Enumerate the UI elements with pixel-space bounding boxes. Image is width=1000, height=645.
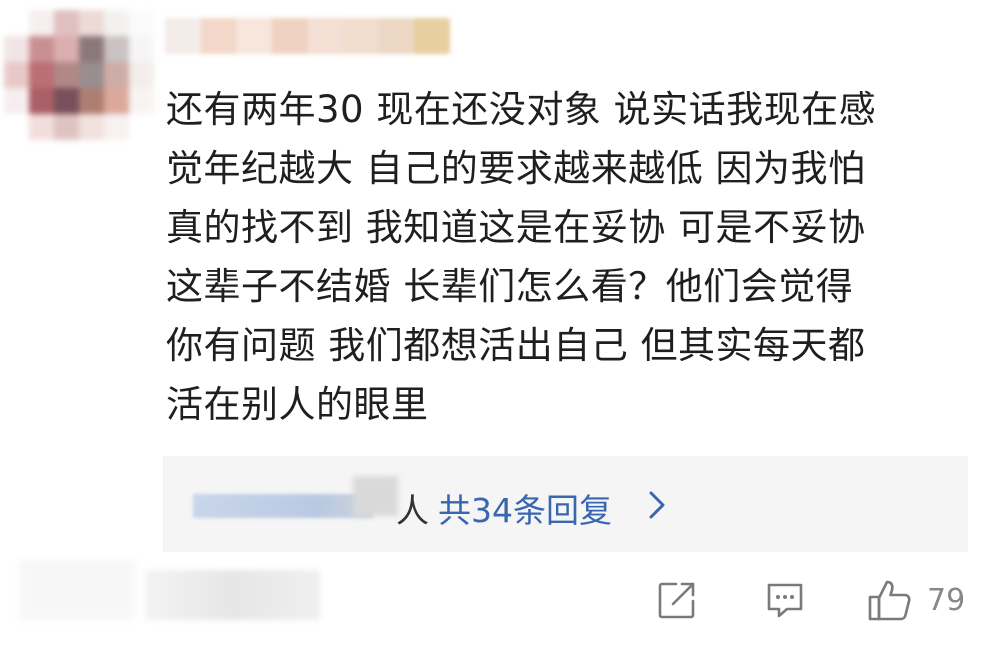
avatar-mosaic-cell — [4, 10, 29, 36]
avatar-mosaic-cell — [104, 88, 129, 114]
avatar-mosaic-cell — [29, 62, 54, 88]
avatar-mosaic-cell — [4, 88, 29, 114]
username-mosaic-cell — [343, 18, 379, 54]
avatar-mosaic-cell — [104, 36, 129, 62]
like-button[interactable]: 79 — [867, 575, 965, 625]
comment-body: 还有两年30 现在还没对象 说实话我现在感 觉年纪越大 自己的要求越来越低 因为… — [166, 80, 956, 434]
avatar-mosaic-cell — [79, 62, 104, 88]
avatar-mosaic-cell — [129, 36, 154, 62]
avatar-mosaic-cell — [29, 114, 54, 140]
avatar-mosaic-cell — [129, 10, 154, 36]
reply-user-blurred-tail — [353, 476, 398, 516]
avatar-mosaic-cell — [79, 36, 104, 62]
avatar-mosaic-cell — [79, 114, 104, 140]
comment-line: 活在别人的眼里 — [166, 383, 429, 426]
avatar-mosaic-cell — [54, 88, 79, 114]
reply-user-blurred — [193, 494, 373, 518]
avatar-mosaic-cell — [129, 88, 154, 114]
comment-line: 真的找不到 我知道这是在妥协 可是不妥协 — [166, 206, 866, 249]
username-mosaic-cell — [378, 18, 415, 54]
avatar-mosaic-cell — [54, 10, 79, 36]
username-mosaic-cell — [200, 18, 237, 54]
username-mosaic-cell — [165, 18, 201, 54]
reply-ren-char: 人 — [396, 491, 429, 530]
avatar-mosaic-cell — [4, 36, 29, 62]
avatar-mosaic-cell — [79, 10, 104, 36]
comment-icon[interactable] — [765, 580, 805, 620]
avatar-mosaic-cell — [54, 36, 79, 62]
thumbs-up-icon[interactable] — [867, 577, 913, 623]
comment-line: 觉年纪越大 自己的要求越来越低 因为我怕 — [166, 147, 866, 190]
username-mosaic-cell — [236, 18, 272, 54]
comment-line: 你有问题 我们都想活出自己 但其实每天都 — [166, 324, 866, 367]
avatar-mosaic-cell — [29, 10, 54, 36]
username-mosaic-cell — [307, 18, 344, 54]
avatar-mosaic-cell — [104, 10, 129, 36]
avatar-mosaic-cell — [79, 88, 104, 114]
view-replies-link[interactable]: 共34条回复 — [438, 484, 612, 532]
avatar[interactable] — [4, 10, 154, 140]
avatar-mosaic-cell — [4, 62, 29, 88]
chevron-right-icon[interactable] — [643, 487, 673, 523]
avatar-mosaic-cell — [104, 114, 129, 140]
like-count: 79 — [927, 582, 966, 618]
avatar-mosaic-cell — [29, 36, 54, 62]
username-mosaic-cell — [414, 18, 450, 54]
footer-blurred-left — [20, 560, 135, 620]
avatar-mosaic-cell — [129, 114, 154, 140]
avatar-mosaic-cell — [29, 88, 54, 114]
comment-line: 这辈子不结婚 长辈们怎么看？他们会觉得 — [166, 265, 854, 308]
share-icon[interactable] — [656, 579, 698, 621]
avatar-mosaic-cell — [54, 114, 79, 140]
avatar-mosaic-cell — [104, 62, 129, 88]
replies-preview[interactable]: 人 共34条回复 — [163, 456, 968, 552]
username-blurred[interactable] — [165, 18, 450, 54]
avatar-mosaic-cell — [129, 62, 154, 88]
avatar-mosaic-cell — [4, 114, 29, 140]
timestamp-blurred — [145, 570, 320, 620]
username-mosaic-cell — [271, 18, 308, 54]
comment-line: 还有两年30 现在还没对象 说实话我现在感 — [166, 88, 877, 131]
avatar-mosaic-cell — [54, 62, 79, 88]
